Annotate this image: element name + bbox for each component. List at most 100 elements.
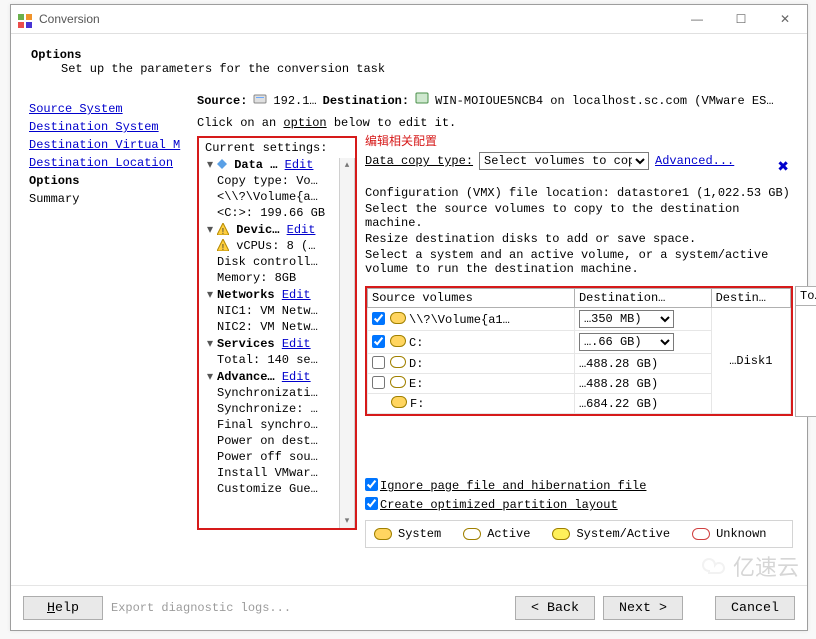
table-row[interactable]: \\?\Volume{a1……350 MB)…Disk1 — [368, 308, 791, 331]
tree-networks[interactable]: ▾Networks Edit — [201, 286, 353, 303]
settings-tree-container: Current settings: ▾ Data … Edit Copy typ… — [197, 136, 357, 530]
legend-sysact: System/Active — [576, 527, 670, 541]
legend-unknown-icon — [692, 528, 710, 540]
cell-total: 20… — [795, 306, 816, 417]
nav-options-current: Options — [29, 174, 79, 188]
tree-nic1: NIC1: VM Netw… — [201, 303, 353, 319]
legend-active-icon — [463, 528, 481, 540]
panel-close-icon[interactable]: ✖ — [777, 158, 789, 175]
volume-checkbox[interactable] — [372, 312, 385, 325]
dest-size-select[interactable]: …350 MB) — [579, 310, 674, 328]
col-total[interactable]: To… — [795, 286, 816, 306]
opt-layout-checkbox[interactable] — [365, 497, 378, 510]
main-panel: Source: 192.1… Destination: WIN-MOIOUE5N… — [197, 92, 799, 548]
tree-advanced[interactable]: ▾Advance… Edit — [201, 368, 353, 385]
tree-adv-1: Synchronize: … — [201, 401, 353, 417]
titlebar: Conversion — ☐ ✕ — [11, 5, 807, 34]
tree-scrollbar[interactable]: ▴▾ — [339, 158, 355, 528]
tree-advanced-edit[interactable]: Edit — [282, 370, 311, 384]
tree-networks-edit[interactable]: Edit — [282, 288, 311, 302]
svg-text:!: ! — [220, 227, 225, 235]
source-server-icon — [253, 92, 267, 110]
tree-copy-type: Copy type: Vo… — [201, 173, 353, 189]
tree-memory: Memory: 8GB — [201, 270, 353, 286]
legend-sysact-icon — [552, 528, 570, 540]
tree-services-edit[interactable]: Edit — [282, 337, 311, 351]
volume-checkbox[interactable] — [372, 356, 385, 369]
config-info: Configuration (VMX) file location: datas… — [365, 186, 793, 276]
tree-nic2: NIC2: VM Netw… — [201, 319, 353, 335]
nav-source-system[interactable]: Source System — [29, 100, 189, 118]
tree-adv-2: Final synchro… — [201, 417, 353, 433]
dest-size: …684.22 GB) — [574, 394, 711, 414]
page-subtitle: Set up the parameters for the conversion… — [31, 62, 787, 76]
opt-layout[interactable]: Create optimized partition layout — [365, 497, 793, 512]
conversion-window: Conversion — ☐ ✕ Options Set up the para… — [10, 4, 808, 631]
volume-checkbox[interactable] — [372, 376, 385, 389]
source-label: Source: — [197, 94, 247, 108]
tree-vcpus: ! vCPUs: 8 (… — [201, 238, 353, 254]
tree-services-total: Total: 140 se… — [201, 352, 353, 368]
tree-devices[interactable]: ▾! Devic… Edit — [201, 221, 353, 238]
options-block: Ignore page file and hibernation file Cr… — [365, 478, 793, 512]
legend-unknown: Unknown — [716, 527, 766, 541]
nav-destination-vm[interactable]: Destination Virtual M — [29, 136, 189, 154]
disk-icon — [390, 376, 406, 388]
red-annotation: 编辑相关配置 — [365, 132, 437, 149]
tree-data-edit[interactable]: Edit — [285, 158, 314, 172]
warning-icon: ! — [217, 239, 229, 251]
close-button[interactable]: ✕ — [763, 5, 807, 33]
legend-system: System — [398, 527, 441, 541]
tree-adv-3: Power on dest… — [201, 433, 353, 449]
minimize-button[interactable]: — — [675, 5, 719, 33]
config-line-4: Select a system and an active volume, or… — [365, 248, 793, 276]
col-dest-size[interactable]: Destination… — [574, 289, 711, 308]
tree-volume: <\\?\Volume{a… — [201, 189, 353, 205]
copy-type-select[interactable]: Select volumes to copy — [479, 152, 649, 170]
warning-icon: ! — [217, 223, 229, 235]
destination-value: WIN-MOIOUE5NCB4 on localhost.sc.com (VMw… — [435, 94, 773, 108]
tree-adv-5: Install VMwar… — [201, 465, 353, 481]
tree-adv-6: Customize Gue… — [201, 481, 353, 497]
app-icon — [17, 11, 33, 27]
page-header: Options Set up the parameters for the co… — [11, 34, 807, 84]
volumes-table: Source volumes Destination… Destin… \\?\… — [367, 288, 791, 414]
tree-data[interactable]: ▾ Data … Edit — [201, 156, 353, 173]
volume-name: E: — [409, 377, 423, 391]
volume-checkbox[interactable] — [372, 335, 385, 348]
opt-ignore-checkbox[interactable] — [365, 478, 378, 491]
config-line-3: Resize destination disks to add or save … — [365, 232, 793, 246]
opt-ignore[interactable]: Ignore page file and hibernation file — [365, 478, 793, 493]
tree-devices-edit[interactable]: Edit — [287, 223, 316, 237]
dest-disk-cell: …Disk1 — [711, 308, 790, 414]
volumes-redbox: Source volumes Destination… Destin… \\?\… — [365, 286, 793, 416]
legend-active: Active — [487, 527, 530, 541]
col-dest-disk[interactable]: Destin… — [711, 289, 790, 308]
next-button[interactable]: Next > — [603, 596, 683, 620]
dest-size: …488.28 GB) — [574, 354, 711, 374]
footer: Help Export diagnostic logs... < Back Ne… — [11, 585, 807, 630]
nav-destination-location[interactable]: Destination Location — [29, 154, 189, 172]
disk-icon — [390, 335, 406, 347]
config-line-1: Configuration (VMX) file location: datas… — [365, 186, 793, 200]
disk-icon — [390, 312, 406, 324]
volume-name: \\?\Volume{a1… — [409, 313, 510, 327]
settings-tree[interactable]: Current settings: ▾ Data … Edit Copy typ… — [201, 140, 353, 526]
dest-size: …488.28 GB) — [574, 374, 711, 394]
nav-destination-system[interactable]: Destination System — [29, 118, 189, 136]
tree-adv-0: Synchronizati… — [201, 385, 353, 401]
page-title: Options — [31, 48, 81, 62]
table-header-row: Source volumes Destination… Destin… — [368, 289, 791, 308]
back-button[interactable]: < Back — [515, 596, 595, 620]
tree-c-drive: <C:>: 199.66 GB — [201, 205, 353, 221]
tree-services[interactable]: ▾Services Edit — [201, 335, 353, 352]
tree-disk-controller: Disk controll… — [201, 254, 353, 270]
col-source[interactable]: Source volumes — [368, 289, 575, 308]
cancel-button[interactable]: Cancel — [715, 596, 795, 620]
advanced-link[interactable]: Advanced... — [655, 154, 734, 168]
dest-size-select[interactable]: ….66 GB) — [579, 333, 674, 351]
destination-label: Destination: — [323, 94, 409, 108]
maximize-button[interactable]: ☐ — [719, 5, 763, 33]
export-diagnostics: Export diagnostic logs... — [111, 601, 507, 615]
help-button[interactable]: Help — [23, 596, 103, 620]
